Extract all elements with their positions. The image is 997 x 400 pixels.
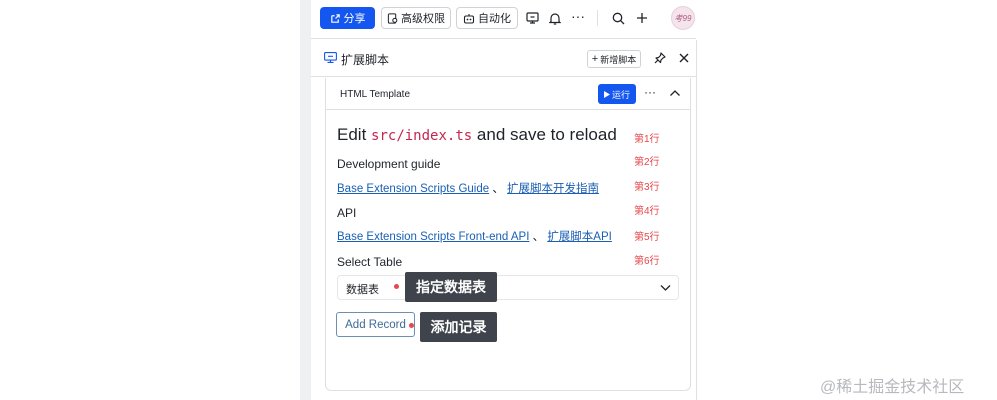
page-heading: Edit src/index.ts and save to reload: [337, 125, 617, 145]
line-tag-5: 第5行: [634, 232, 660, 243]
avatar-text: 考99: [674, 13, 692, 23]
annotation-dot-table: [394, 284, 399, 289]
run-label: 运行: [611, 89, 630, 100]
script-more-icon[interactable]: ···: [644, 85, 656, 99]
extension-script-icon: [324, 52, 337, 63]
extension-icon[interactable]: [523, 9, 541, 27]
top-toolbar: 分享 高级权限 自动化 ··· 考99: [311, 0, 697, 38]
script-name: HTML Template: [340, 89, 411, 100]
run-button[interactable]: 运行: [598, 84, 636, 104]
guide-separator: 、: [492, 183, 504, 195]
annotation-dot-record: [409, 323, 414, 328]
guide-links: Base Extension Scripts Guide 、 扩展脚本开发指南: [337, 180, 599, 196]
table-select[interactable]: 数据表: [337, 275, 679, 300]
table-select-value: 数据表: [346, 284, 379, 296]
add-record-button[interactable]: Add Record: [336, 312, 415, 337]
toolbar-divider: [597, 10, 598, 26]
permissions-icon: [387, 12, 398, 24]
panel-title: 扩展脚本: [341, 53, 390, 67]
share-icon: [330, 13, 340, 23]
chevron-down-icon: [660, 285, 671, 291]
guide-link-en[interactable]: Base Extension Scripts Guide: [337, 183, 489, 195]
new-script-button[interactable]: + 新增脚本: [587, 50, 641, 68]
dev-guide-label: Development guide: [337, 157, 441, 171]
api-link-cn[interactable]: 扩展脚本API: [547, 231, 612, 243]
heading-suffix: and save to reload: [476, 125, 617, 144]
permissions-label: 高级权限: [401, 13, 445, 25]
search-icon[interactable]: [609, 9, 627, 27]
callout-table: 指定数据表: [405, 272, 497, 302]
avatar[interactable]: 考99: [671, 6, 695, 30]
select-table-label: Select Table: [337, 255, 403, 269]
close-icon[interactable]: [677, 51, 691, 65]
share-label: 分享: [343, 13, 366, 25]
line-tag-2: 第2行: [634, 157, 660, 168]
share-button[interactable]: 分享: [320, 7, 375, 29]
automation-label: 自动化: [478, 13, 511, 25]
plus-icon: +: [591, 53, 599, 65]
automation-button[interactable]: 自动化: [456, 7, 518, 29]
script-card-header: HTML Template 运行 ···: [326, 78, 690, 110]
extension-panel-header: 扩展脚本 + 新增脚本: [311, 39, 696, 77]
callout-record: 添加记录: [420, 312, 497, 342]
heading-prefix: Edit: [337, 125, 367, 144]
api-separator: 、: [532, 231, 545, 243]
heading-code: src/index.ts: [371, 128, 473, 144]
left-gutter: [300, 0, 311, 400]
line-tag-6: 第6行: [634, 256, 660, 267]
chevron-up-icon[interactable]: [669, 88, 681, 98]
watermark: @稀土掘金技术社区: [820, 379, 965, 396]
automation-icon: [463, 13, 475, 24]
pin-icon[interactable]: [653, 51, 667, 65]
panel-right-border: [696, 40, 697, 400]
api-link-en[interactable]: Base Extension Scripts Front-end API: [337, 231, 529, 243]
play-icon: [603, 90, 610, 98]
line-tag-1: 第1行: [634, 134, 660, 145]
more-icon[interactable]: ···: [569, 7, 587, 25]
api-label: API: [337, 206, 357, 220]
bell-icon[interactable]: [546, 9, 564, 27]
line-tag-3: 第3行: [634, 182, 660, 193]
line-tag-4: 第4行: [634, 206, 660, 217]
advanced-permissions-button[interactable]: 高级权限: [381, 7, 451, 29]
guide-link-cn[interactable]: 扩展脚本开发指南: [507, 183, 599, 195]
api-links: Base Extension Scripts Front-end API 、 扩…: [337, 228, 612, 244]
new-script-label: 新增脚本: [600, 54, 637, 65]
plus-icon[interactable]: [633, 9, 651, 27]
